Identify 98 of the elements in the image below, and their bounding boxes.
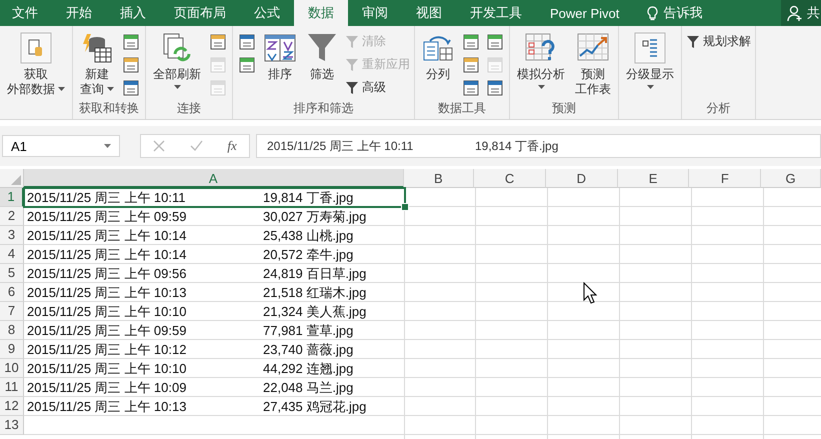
ribbon-button[interactable]: 全部刷新 [150, 30, 204, 99]
cell-text: 77,981 萱草.jpg [263, 322, 354, 340]
ribbon-button[interactable]: 新建 查询 [77, 30, 117, 99]
row-header[interactable]: 12 [0, 397, 24, 416]
toolbar-icon[interactable] [121, 55, 141, 75]
ribbon-button[interactable]: 高级 [345, 79, 410, 96]
cell-text: 30,027 万寿菊.jpg [263, 208, 366, 226]
cell-text: 44,292 连翘.jpg [263, 360, 354, 378]
sort-icon [264, 32, 296, 64]
cell-text: 19,814 丁香.jpg [263, 188, 354, 206]
refresh-icon [161, 32, 193, 64]
insert-function-button[interactable]: fx [227, 138, 237, 154]
cell-text: 2015/11/25 周三 上午 10:13 [27, 398, 188, 416]
toolbar-icon[interactable] [121, 32, 141, 52]
row-header[interactable]: 4 [0, 245, 24, 264]
cell-text: 20,572 牵牛.jpg [263, 246, 354, 264]
add-person-icon [787, 4, 804, 22]
document-icon [20, 32, 52, 64]
toolbar-icon[interactable] [485, 32, 505, 52]
group-label: 连接 [176, 100, 202, 117]
check-icon[interactable] [190, 140, 203, 152]
ribbon-button[interactable]: 模拟分析 [514, 30, 568, 99]
ribbon-button[interactable]: 排序 [261, 30, 299, 99]
ribbon-button[interactable]: 分级显示 [623, 30, 677, 119]
filter-icon [306, 32, 338, 64]
ribbon-button[interactable]: 获取 外部数据 [4, 30, 68, 119]
group-label: 获取和转换 [78, 100, 140, 117]
ribbon-tab[interactable]: 文件 [0, 0, 52, 26]
toolbar-icon[interactable] [461, 78, 481, 98]
group-label: 数据工具 [437, 100, 487, 117]
filter-icon [345, 80, 359, 94]
worksheet-grid[interactable] [0, 188, 821, 439]
group-label: 排序和筛选 [292, 100, 354, 117]
ribbon-tab[interactable]: 数据 [294, 0, 348, 26]
share-button[interactable]: 共 [781, 0, 821, 26]
toolbar-icon[interactable] [237, 55, 257, 75]
cell-text: 27,435 鸡冠花.jpg [263, 398, 366, 416]
cell-text: 22,048 马兰.jpg [263, 378, 354, 396]
cell-text: 2015/11/25 周三 上午 10:14 [27, 226, 188, 244]
cell-text: 2015/11/25 周三 上午 10:13 [27, 284, 188, 302]
cell-text: 2015/11/25 周三 上午 10:09 [27, 378, 188, 396]
cell-text: 2015/11/25 周三 上午 10:14 [27, 246, 188, 264]
row-header[interactable]: 7 [0, 302, 24, 321]
ribbon-tab[interactable]: 页面布局 [160, 0, 240, 26]
toolbar-icon[interactable] [461, 55, 481, 75]
cell-text: 2015/11/25 周三 上午 09:59 [27, 208, 188, 226]
filter-icon [345, 58, 359, 72]
fill-handle[interactable] [401, 203, 409, 211]
toolbar-icon[interactable] [485, 78, 505, 98]
ribbon-button[interactable]: 筛选 [303, 30, 341, 99]
row-header[interactable]: 9 [0, 340, 24, 359]
lightbulb-icon [647, 6, 658, 20]
row-header[interactable]: 6 [0, 283, 24, 302]
filter-icon [345, 34, 359, 48]
ribbon-button[interactable]: 规划求解 [686, 33, 751, 50]
toolbar-icon[interactable] [461, 32, 481, 52]
cell-text: 23,740 蔷薇.jpg [263, 340, 354, 358]
ribbon-tab[interactable]: Power Pivot [536, 0, 634, 26]
row-header[interactable]: 10 [0, 359, 24, 378]
ribbon-tab[interactable]: 视图 [402, 0, 456, 26]
toolbar-icon[interactable] [121, 78, 141, 98]
row-header[interactable]: 3 [0, 226, 24, 245]
cell-text: 2015/11/25 周三 上午 09:56 [27, 264, 188, 282]
cell-text: 2015/11/25 周三 上午 10:10 [27, 360, 188, 378]
cell-text: 2015/11/25 周三 上午 09:59 [27, 322, 188, 340]
column-header[interactable]: A [24, 169, 404, 188]
ribbon-tab[interactable]: 公式 [240, 0, 294, 26]
row-header[interactable]: 5 [0, 264, 24, 283]
row-header[interactable]: 11 [0, 378, 24, 397]
row-header[interactable]: 2 [0, 207, 24, 226]
ribbon-button[interactable]: 分列 [419, 30, 457, 99]
ribbon-tab[interactable]: 开始 [52, 0, 106, 26]
group-label: 预测 [551, 100, 577, 117]
cell-text: 21,324 美人蕉.jpg [263, 302, 366, 320]
outline-icon [634, 32, 666, 64]
name-box[interactable]: A1 [2, 135, 120, 157]
tell-me-button[interactable]: 告诉我 [633, 0, 716, 26]
ribbon-tab[interactable]: 插入 [106, 0, 160, 26]
row-header[interactable]: 13 [0, 416, 24, 435]
cell-text: 2015/11/25 周三 上午 10:10 [27, 302, 188, 320]
row-header[interactable]: 8 [0, 321, 24, 340]
ribbon-tab[interactable]: 开发工具 [456, 0, 536, 26]
group-label: 分析 [706, 100, 732, 117]
filter-icon [686, 34, 700, 48]
cell-text: 2015/11/25 周三 上午 10:12 [27, 340, 188, 358]
cell-text: 24,819 百日草.jpg [263, 264, 366, 282]
cursor-icon [583, 282, 597, 304]
cell-text: 25,438 山桃.jpg [263, 226, 354, 244]
cell-text: 2015/11/25 周三 上午 10:11 [27, 188, 187, 206]
formula-field[interactable]: 2015/11/25 周三 上午 10:11 19,814 丁香.jpg [256, 134, 821, 158]
toolbar-icon[interactable] [237, 32, 257, 52]
cell-text: 21,518 红瑞木.jpg [263, 284, 366, 302]
ribbon-button[interactable]: 预测 工作表 [572, 30, 614, 99]
caret-icon [104, 144, 111, 148]
row-header[interactable]: 1 [0, 188, 24, 207]
database-icon [81, 32, 113, 64]
ribbon-tab[interactable]: 审阅 [348, 0, 402, 26]
toolbar-icon[interactable] [208, 32, 228, 52]
